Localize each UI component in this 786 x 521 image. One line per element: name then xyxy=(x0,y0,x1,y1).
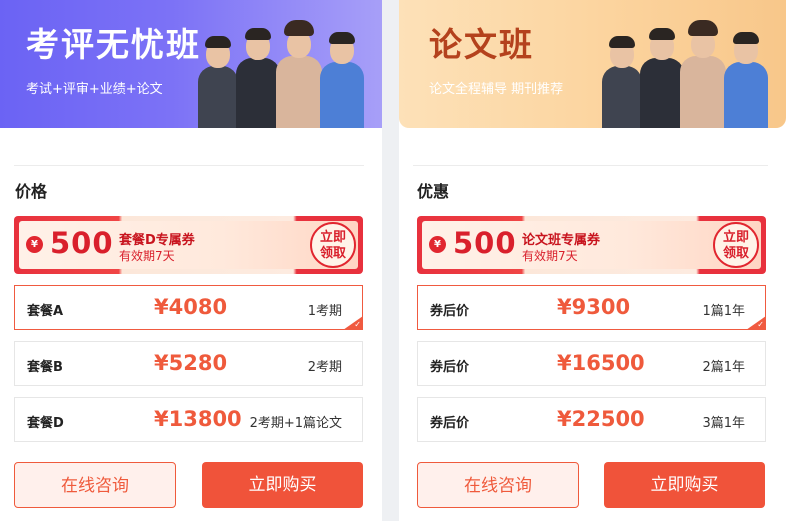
course-card-exam-review: 考评无忧班 考试+评审+业绩+论文 价格 ¥ 500 套餐D专属券 有效期7天 … xyxy=(0,0,382,521)
claim-coupon-button[interactable]: 立即 领取 xyxy=(310,222,356,268)
package-term: 2篇1年 xyxy=(702,360,745,375)
online-consult-button[interactable]: 在线咨询 xyxy=(14,462,176,508)
yen-icon: ¥ xyxy=(26,236,43,253)
section-title: 优惠 xyxy=(417,182,450,201)
claim-coupon-button[interactable]: 立即 领取 xyxy=(713,222,759,268)
buy-now-button[interactable]: 立即购买 xyxy=(604,462,765,508)
coupon[interactable]: ¥ 500 论文班专属券 有效期7天 立即 领取 xyxy=(417,216,766,274)
package-label: 券后价 xyxy=(430,304,470,319)
package-label: 套餐A xyxy=(27,304,64,319)
teacher-figure xyxy=(602,32,642,128)
course-banner: 论文班 论文全程辅导 期刊推荐 xyxy=(399,0,786,128)
package-term: 1考期 xyxy=(307,304,342,319)
divider xyxy=(413,165,768,166)
package-option-row[interactable]: 套餐D ¥13800 2考期+1篇论文 xyxy=(14,397,363,442)
teacher-figure xyxy=(198,32,238,128)
section-title: 价格 xyxy=(15,182,48,201)
yen-icon: ¥ xyxy=(429,236,446,253)
coupon-name: 论文班专属券 xyxy=(522,233,601,248)
package-option-row[interactable]: 券后价 ¥9300 1篇1年 ✓ xyxy=(417,285,766,330)
package-option-row[interactable]: 券后价 ¥16500 2篇1年 xyxy=(417,341,766,386)
package-option-row[interactable]: 券后价 ¥22500 3篇1年 xyxy=(417,397,766,442)
package-option-row[interactable]: 套餐A ¥4080 1考期 ✓ xyxy=(14,285,363,330)
banner-subtitle: 考试+评审+业绩+论文 xyxy=(26,82,163,97)
banner-title: 考评无忧班 xyxy=(26,25,201,64)
coupon-validity: 有效期7天 xyxy=(119,249,175,263)
coupon-amount: 500 xyxy=(50,226,114,260)
package-option-row[interactable]: 套餐B ¥5280 2考期 xyxy=(14,341,363,386)
selected-check-icon: ✓ xyxy=(343,316,363,330)
package-price: ¥22500 xyxy=(557,407,645,431)
package-price: ¥5280 xyxy=(154,351,228,375)
teacher-figure xyxy=(276,20,322,128)
course-banner: 考评无忧班 考试+评审+业绩+论文 xyxy=(0,0,382,128)
package-price: ¥9300 xyxy=(557,295,631,319)
package-price: ¥4080 xyxy=(154,295,228,319)
package-label: 券后价 xyxy=(430,360,470,375)
package-price: ¥13800 xyxy=(154,407,242,431)
banner-subtitle: 论文全程辅导 期刊推荐 xyxy=(429,82,564,97)
course-pricing-page: 考评无忧班 考试+评审+业绩+论文 价格 ¥ 500 套餐D专属券 有效期7天 … xyxy=(0,0,786,521)
teacher-figure xyxy=(236,24,280,128)
coupon[interactable]: ¥ 500 套餐D专属券 有效期7天 立即 领取 xyxy=(14,216,363,274)
package-price: ¥16500 xyxy=(557,351,645,375)
package-label: 套餐B xyxy=(27,360,63,375)
package-term: 2考期 xyxy=(307,360,342,375)
course-card-thesis: 论文班 论文全程辅导 期刊推荐 优惠 ¥ 500 论文班专属券 有效期7天 立即… xyxy=(399,0,786,521)
package-term: 2考期+1篇论文 xyxy=(249,416,342,431)
teacher-figure xyxy=(724,28,768,128)
online-consult-button[interactable]: 在线咨询 xyxy=(417,462,579,508)
package-term: 1篇1年 xyxy=(702,304,745,319)
selected-check-icon: ✓ xyxy=(746,316,766,330)
coupon-name: 套餐D专属券 xyxy=(119,233,195,248)
banner-title: 论文班 xyxy=(429,25,534,64)
buy-now-button[interactable]: 立即购买 xyxy=(202,462,363,508)
teachers-photo xyxy=(596,14,772,128)
teacher-figure xyxy=(680,20,726,128)
teacher-figure xyxy=(640,24,684,128)
package-label: 套餐D xyxy=(27,416,64,431)
package-term: 3篇1年 xyxy=(702,416,745,431)
teachers-photo xyxy=(192,14,368,128)
divider xyxy=(14,165,364,166)
package-label: 券后价 xyxy=(430,416,470,431)
coupon-amount: 500 xyxy=(453,226,517,260)
teacher-figure xyxy=(320,28,364,128)
coupon-validity: 有效期7天 xyxy=(522,249,578,263)
